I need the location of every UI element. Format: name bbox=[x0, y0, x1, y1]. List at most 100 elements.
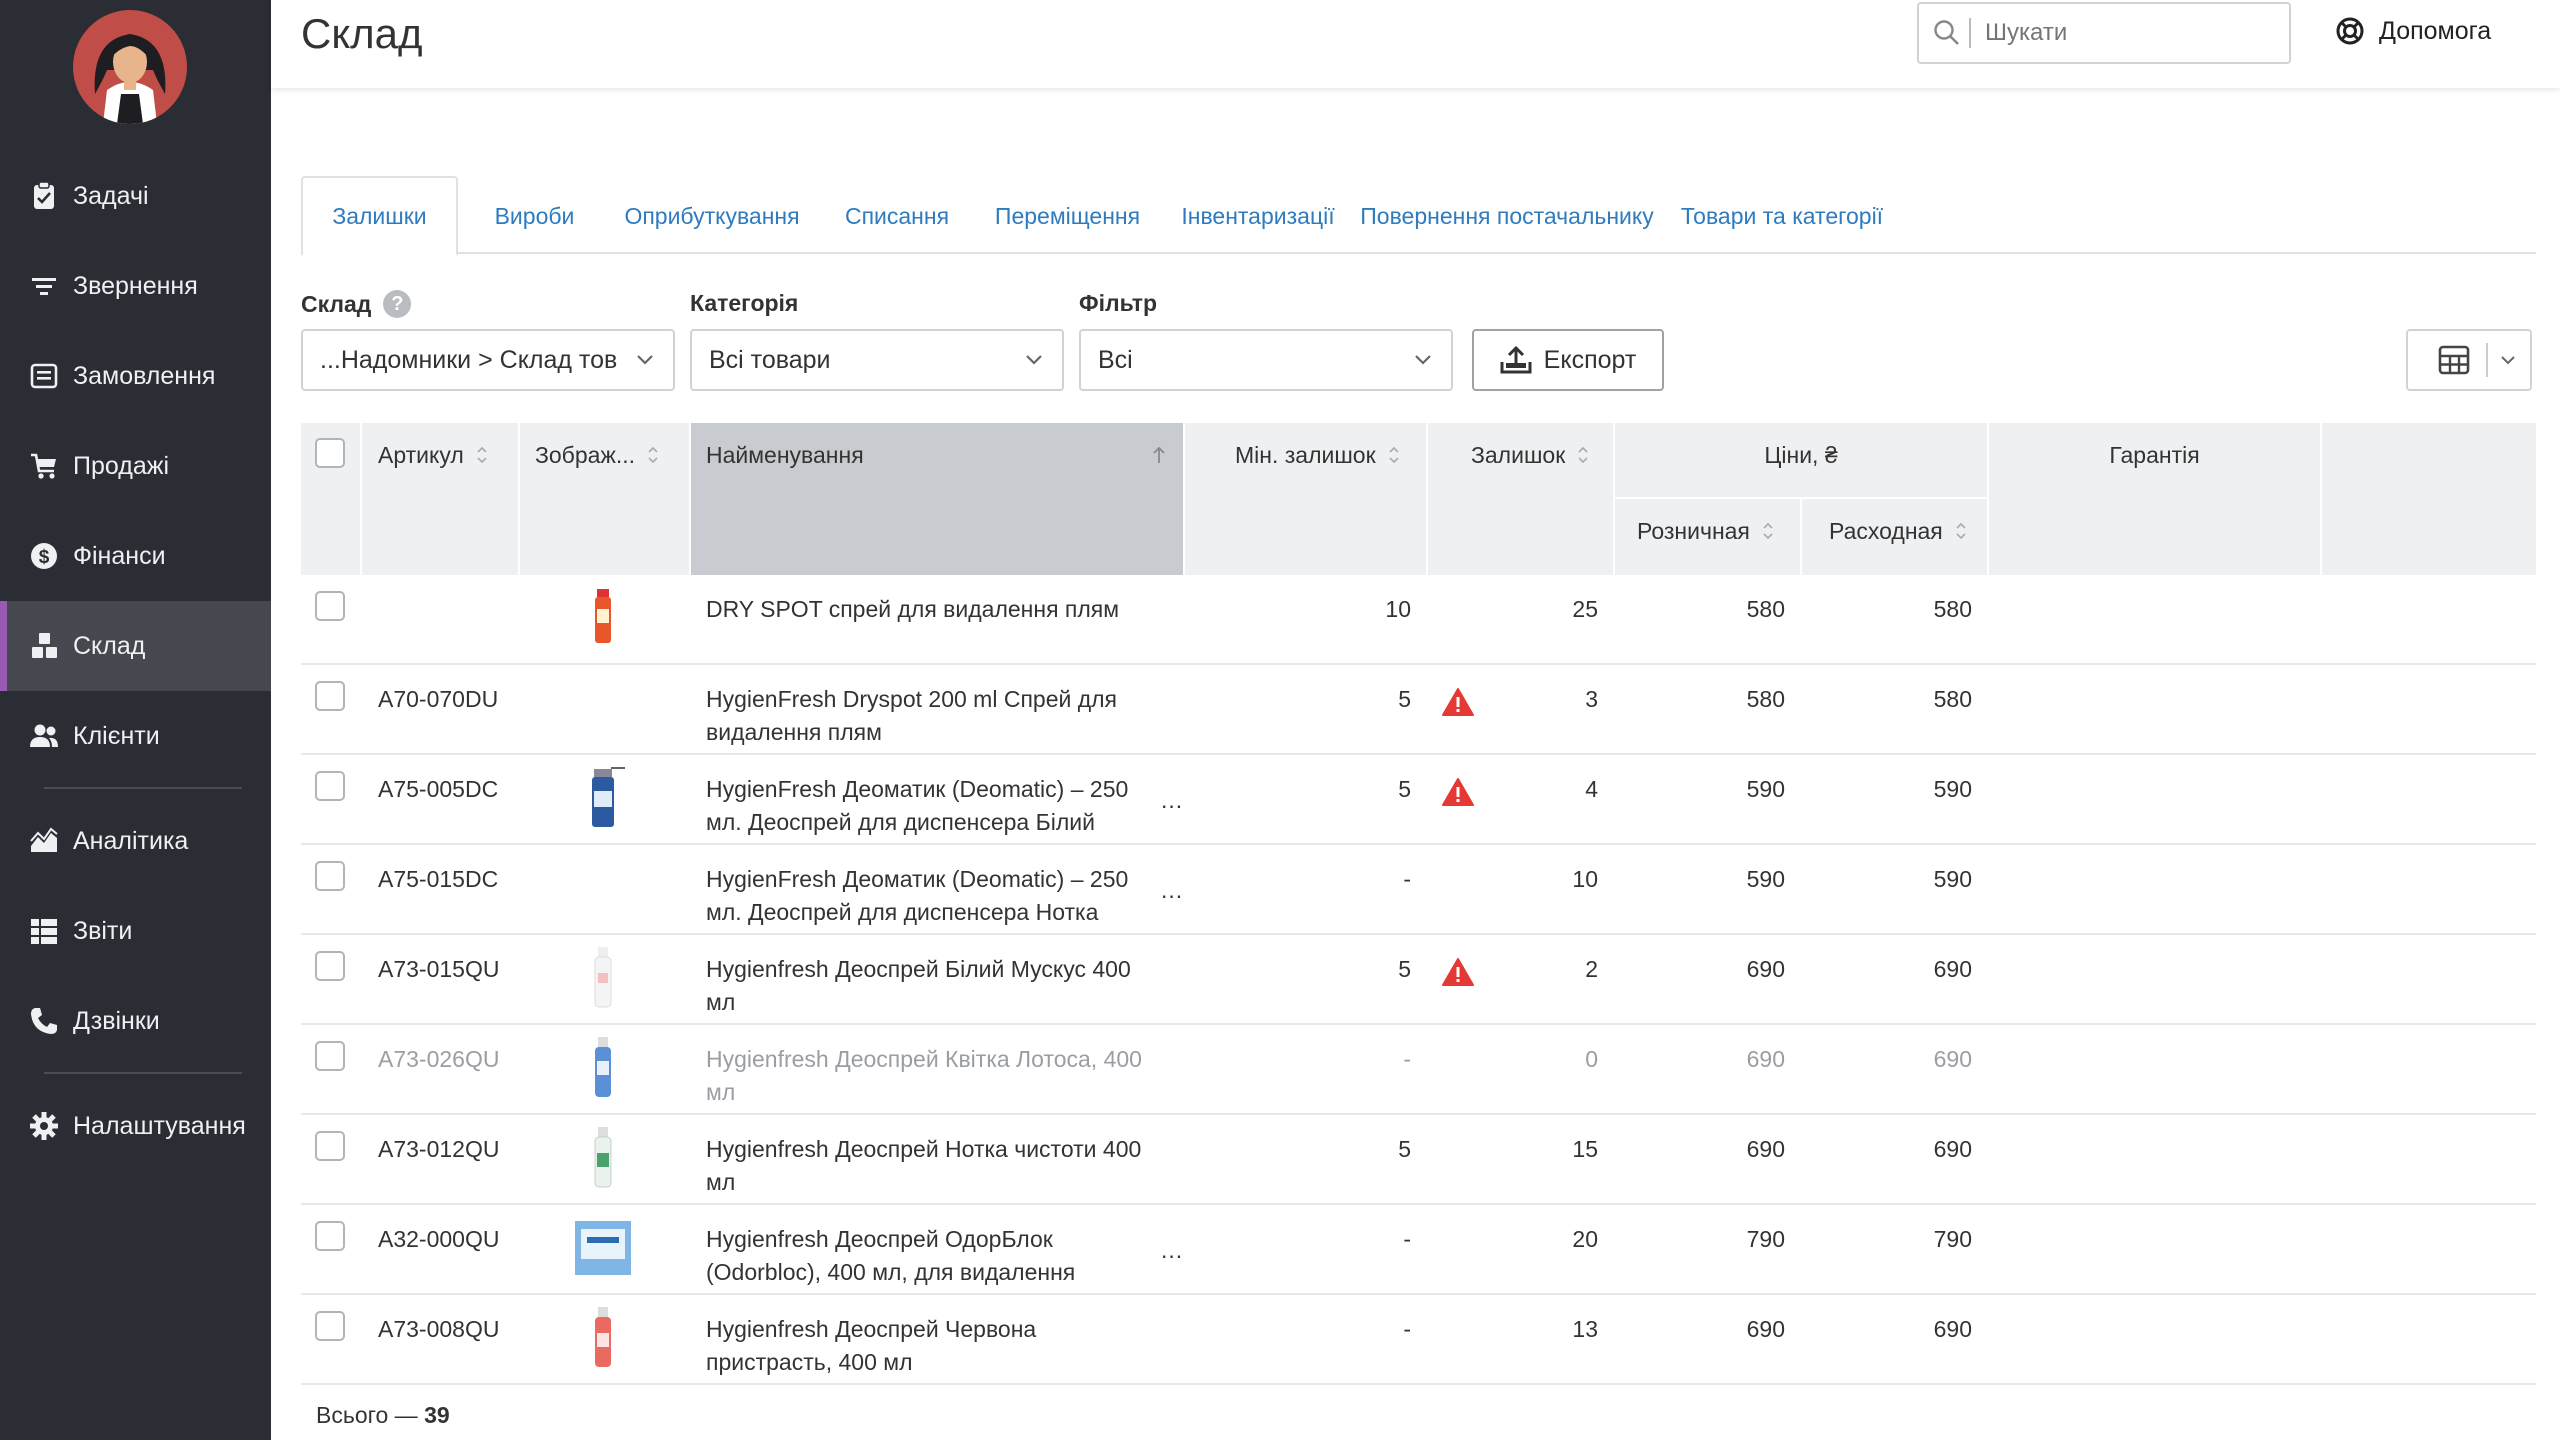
sort-arrows-icon bbox=[1956, 522, 1966, 540]
sidebar-item-10[interactable]: Дзвінки bbox=[0, 976, 271, 1066]
cell-stock: 25 bbox=[1572, 596, 1598, 622]
table-row[interactable]: A73-008QU Hygienfresh Деоспрей Червона при… bbox=[301, 1295, 2536, 1385]
category-select[interactable]: Всі товари bbox=[690, 329, 1064, 391]
product-thumbnail-icon[interactable] bbox=[573, 1125, 633, 1193]
cell-expense-price: 580 bbox=[1933, 596, 1972, 622]
filter-icon bbox=[32, 278, 56, 295]
sort-arrows-icon bbox=[1578, 446, 1588, 464]
table-row[interactable]: A73-012QU Hygienfresh Деоспрей Нотка чист… bbox=[301, 1115, 2536, 1205]
sidebar-item-5[interactable]: $ Фінанси bbox=[0, 511, 271, 601]
row-checkbox[interactable] bbox=[315, 951, 345, 981]
col-header-name[interactable]: Найменування bbox=[706, 438, 1176, 472]
col-header-article-label: Артикул bbox=[378, 441, 464, 468]
column-view-button[interactable] bbox=[2406, 329, 2532, 391]
cell-expense-price: 590 bbox=[1933, 776, 1972, 802]
table-row[interactable]: A75-005DC HygienFresh Деоматик (Deomatic)… bbox=[301, 755, 2536, 845]
tab-8[interactable]: Товари та категорії bbox=[1668, 176, 1896, 256]
row-checkbox[interactable] bbox=[315, 1221, 345, 1251]
cell-name[interactable]: DRY SPOT спрей для видалення плям bbox=[706, 593, 1166, 626]
sidebar-item-11[interactable]: Налаштування bbox=[0, 1081, 271, 1171]
search-box[interactable] bbox=[1917, 2, 2291, 64]
product-thumbnail-icon[interactable] bbox=[573, 1035, 633, 1103]
export-button[interactable]: Експорт bbox=[1472, 329, 1664, 391]
table-row[interactable]: A73-015QU Hygienfresh Деоспрей Білий Муск… bbox=[301, 935, 2536, 1025]
cell-name[interactable]: Hygienfresh Деоспрей Квітка Лотоса, 400 м… bbox=[706, 1043, 1166, 1109]
total-label: Всього — bbox=[316, 1402, 418, 1428]
row-checkbox[interactable] bbox=[315, 1131, 345, 1161]
avatar[interactable] bbox=[73, 10, 187, 124]
sidebar-item-3[interactable]: Замовлення bbox=[0, 331, 271, 421]
sidebar-item-9[interactable]: Звіти bbox=[0, 886, 271, 976]
filter-select[interactable]: Всі bbox=[1079, 329, 1453, 391]
row-checkbox[interactable] bbox=[315, 1041, 345, 1071]
filter-label: Фільтр bbox=[1079, 290, 1158, 316]
row-checkbox[interactable] bbox=[315, 591, 345, 621]
report-list-icon bbox=[31, 919, 57, 944]
cell-name-line1: Hygienfresh Деоспрей Нотка чистоти 400 bbox=[706, 1136, 1142, 1162]
col-header-prices: Ціни, ₴ bbox=[1764, 441, 1838, 468]
sidebar-item-label: Склад bbox=[73, 631, 146, 660]
row-checkbox[interactable] bbox=[315, 771, 345, 801]
cell-name[interactable]: HygienFresh Деоматик (Deomatic) – 250 мл.… bbox=[706, 863, 1166, 929]
tab-2[interactable]: Вироби bbox=[482, 176, 587, 256]
search-input[interactable] bbox=[1985, 19, 2245, 47]
cell-retail-price: 590 bbox=[1746, 866, 1785, 892]
row-checkbox[interactable] bbox=[315, 1311, 345, 1341]
help-question-icon[interactable]: ? bbox=[383, 290, 412, 318]
cell-article: A70-070DU bbox=[378, 686, 499, 712]
dollar-icon: $ bbox=[31, 543, 57, 569]
name-truncation-ellipsis: ... bbox=[1161, 787, 1184, 813]
clipboard-icon bbox=[34, 181, 54, 209]
low-stock-warning-icon bbox=[1442, 688, 1474, 716]
cell-name[interactable]: Hygienfresh Деоспрей ОдорБлок (Odorbloc),… bbox=[706, 1223, 1166, 1289]
row-checkbox[interactable] bbox=[315, 681, 345, 711]
tab-6[interactable]: Інвентаризації bbox=[1169, 176, 1347, 256]
table-row[interactable]: A75-015DC HygienFresh Деоматик (Deomatic)… bbox=[301, 845, 2536, 935]
select-all-checkbox[interactable] bbox=[315, 438, 345, 468]
col-header-min-stock[interactable]: Мін. залишок bbox=[1235, 438, 1400, 472]
product-thumbnail-icon[interactable] bbox=[573, 1305, 633, 1373]
table-row[interactable]: DRY SPOT спрей для видалення плям 10 25 580… bbox=[301, 575, 2536, 665]
cell-name[interactable]: Hygienfresh Деоспрей Нотка чистоти 400 мл bbox=[706, 1133, 1166, 1199]
sidebar-item-1[interactable]: Задачі bbox=[0, 151, 271, 241]
sidebar-item-2[interactable]: Звернення bbox=[0, 241, 271, 331]
sidebar-item-4[interactable]: Продажі bbox=[0, 421, 271, 511]
cell-expense-price: 690 bbox=[1933, 1316, 1972, 1342]
tab-7[interactable]: Повернення постачальнику bbox=[1360, 176, 1653, 256]
tab-5[interactable]: Переміщення bbox=[982, 176, 1153, 256]
table-row[interactable]: A32-000QU Hygienfresh Деоспрей ОдорБлок (O… bbox=[301, 1205, 2536, 1295]
tab-1[interactable]: Залишки bbox=[301, 176, 458, 256]
cell-name-line2: мл. Деоспрей для диспенсера Нотка bbox=[706, 899, 1099, 925]
help-link[interactable]: Допомога bbox=[2335, 16, 2491, 46]
cell-name[interactable]: Hygienfresh Деоспрей Червона пристрасть, … bbox=[706, 1313, 1166, 1379]
chart-icon bbox=[30, 827, 58, 852]
product-thumbnail-icon[interactable] bbox=[573, 1215, 633, 1283]
table-row[interactable]: A70-070DU HygienFresh Dryspot 200 ml Спре… bbox=[301, 665, 2536, 755]
product-thumbnail-icon[interactable] bbox=[573, 765, 633, 833]
tab-4[interactable]: Списання bbox=[827, 176, 967, 256]
user-avatar-icon bbox=[94, 34, 166, 124]
warehouse-select[interactable]: ...Надомники > Склад тов bbox=[301, 329, 675, 391]
sidebar-item-8[interactable]: Аналітика bbox=[0, 796, 271, 886]
cell-name-line1: DRY SPOT спрей для видалення плям bbox=[706, 596, 1120, 622]
table-row[interactable]: A73-026QU Hygienfresh Деоспрей Квітка Лот… bbox=[301, 1025, 2536, 1115]
col-header-image[interactable]: Зображ... bbox=[535, 438, 659, 472]
cell-expense-price: 590 bbox=[1933, 866, 1972, 892]
col-header-expense[interactable]: Расходная bbox=[1829, 514, 1967, 548]
cell-expense-price: 690 bbox=[1933, 1046, 1972, 1072]
product-thumbnail-icon[interactable] bbox=[573, 585, 633, 653]
sidebar-item-7[interactable]: Клієнти bbox=[0, 691, 271, 781]
col-header-stock-label: Залишок bbox=[1471, 441, 1566, 468]
product-thumbnail-icon[interactable] bbox=[573, 945, 633, 1013]
cell-name[interactable]: HygienFresh Деоматик (Deomatic) – 250 мл.… bbox=[706, 773, 1166, 839]
cell-retail-price: 580 bbox=[1746, 686, 1785, 712]
sidebar-item-6[interactable]: Склад bbox=[0, 601, 271, 691]
col-header-stock[interactable]: Залишок bbox=[1471, 438, 1589, 472]
cell-name[interactable]: Hygienfresh Деоспрей Білий Мускус 400 мл bbox=[706, 953, 1166, 1019]
col-header-retail[interactable]: Розничная bbox=[1637, 514, 1774, 548]
col-header-retail-label: Розничная bbox=[1637, 517, 1750, 544]
tab-3[interactable]: Оприбуткування bbox=[612, 176, 812, 256]
col-header-article[interactable]: Артикул bbox=[378, 438, 488, 472]
row-checkbox[interactable] bbox=[315, 861, 345, 891]
cell-name[interactable]: HygienFresh Dryspot 200 ml Спрей для вида… bbox=[706, 683, 1166, 749]
